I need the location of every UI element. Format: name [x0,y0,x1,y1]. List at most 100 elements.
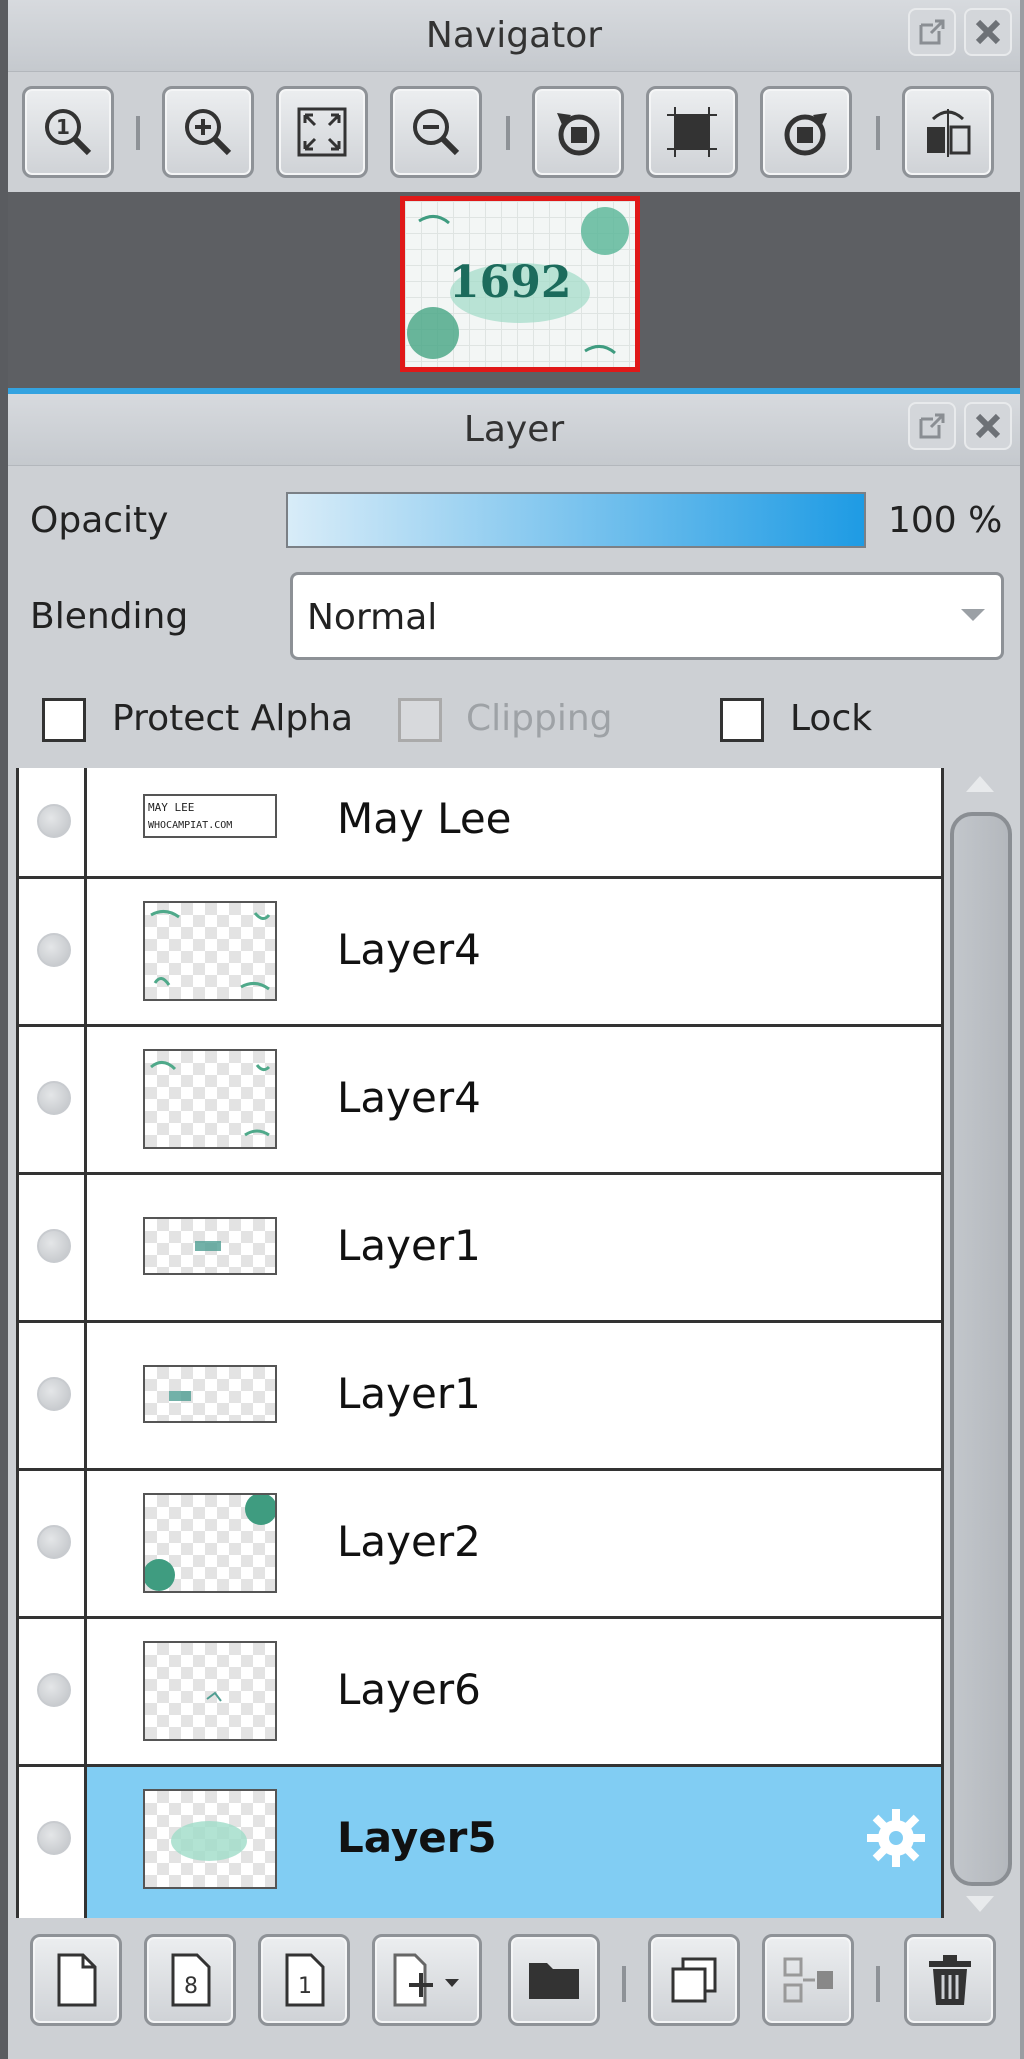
navigator-toolbar: 1 [8,76,1020,188]
reset-view-icon [667,107,717,157]
layer-list[interactable]: MAY LEE WHOCAMPIAT.COM May Lee Layer4 La… [16,768,944,1918]
duplicate-layer-button[interactable] [648,1934,740,2026]
blending-select[interactable]: Normal [290,572,1004,660]
scrollbar-thumb[interactable] [950,812,1012,1886]
thumbnail-text: 1692 [449,257,572,308]
canvas-thumbnail[interactable]: 1692 [400,196,640,372]
window-frame-left [0,0,8,2059]
opacity-slider[interactable] [286,492,866,548]
rotate-left-button[interactable] [532,86,624,178]
navigator-header: Navigator [8,0,1020,72]
toolbar-separator [506,116,510,150]
delete-layer-button[interactable] [904,1934,996,2026]
reset-view-button[interactable] [646,86,738,178]
layer-thumbnail-art: MAY LEE WHOCAMPIAT.COM [148,801,232,831]
new-1bit-layer-button[interactable]: 1 [258,1934,350,2026]
chevron-down-icon [961,609,985,621]
lock-checkbox[interactable] [720,698,764,742]
visibility-cell[interactable] [19,1619,87,1764]
layer-row[interactable]: Layer4 [19,879,941,1027]
visibility-toggle[interactable] [37,1525,71,1559]
navigator-popout-button[interactable] [908,8,956,56]
visibility-cell[interactable] [19,1027,87,1172]
visibility-toggle[interactable] [37,1673,71,1707]
layer-thumbnail [143,1217,277,1275]
layer-name[interactable]: Layer1 [337,1369,481,1418]
layer-popout-button[interactable] [908,402,956,450]
close-icon [975,413,1001,439]
layer-row-selected[interactable]: Layer5 [19,1767,941,1918]
visibility-toggle[interactable] [37,1229,71,1263]
layer-toolbar: 8 1 [8,1918,1020,2059]
layer-thumbnail [143,1641,277,1741]
protect-alpha-checkbox[interactable] [42,698,86,742]
visibility-cell[interactable] [19,768,87,876]
gear-icon[interactable] [863,1805,929,1871]
fit-screen-button[interactable] [276,86,368,178]
layer-name[interactable]: Layer2 [337,1517,481,1566]
clipping-label: Clipping [466,698,613,739]
visibility-toggle[interactable] [37,933,71,967]
layer-name[interactable]: Layer4 [337,1073,481,1122]
new-layer-button[interactable] [30,1934,122,2026]
layer-name[interactable]: Layer5 [337,1813,497,1862]
popout-icon [919,413,945,439]
merge-down-icon [783,1957,833,2003]
visibility-toggle[interactable] [37,1377,71,1411]
layer-thumbnail-art [195,1241,221,1251]
visibility-cell[interactable] [19,1767,87,1918]
zoom-actual-icon: 1 [45,109,92,156]
toolbar-separator [622,1966,626,2002]
flip-horizontal-button[interactable] [902,86,994,178]
visibility-cell[interactable] [19,1175,87,1320]
flip-horizontal-icon [927,109,971,157]
layer-row[interactable]: Layer6 [19,1619,941,1767]
new-8bit-layer-button[interactable]: 8 [144,1934,236,2026]
layer-row[interactable]: Layer1 [19,1175,941,1323]
new-1bit-layer-icon: 1 [285,1953,325,2007]
rotate-right-button[interactable] [760,86,852,178]
visibility-toggle[interactable] [37,804,71,838]
layer-close-button[interactable] [964,402,1012,450]
zoom-out-button[interactable] [390,86,482,178]
protect-alpha-label[interactable]: Protect Alpha [112,698,353,739]
layer-name[interactable]: Layer6 [337,1665,481,1714]
layer-row[interactable]: MAY LEE WHOCAMPIAT.COM May Lee [19,768,941,879]
add-layer-menu-button[interactable] [372,1934,482,2026]
scroll-up-arrow-icon[interactable] [966,776,994,792]
layer-row[interactable]: Layer4 [19,1027,941,1175]
svg-text:1: 1 [298,1974,312,1999]
clipping-checkbox [398,698,442,742]
rotate-right-icon [784,113,827,156]
visibility-toggle[interactable] [37,1081,71,1115]
layer-name[interactable]: Layer1 [337,1221,481,1270]
layer-scrollbar[interactable] [944,768,1020,1918]
navigator-close-button[interactable] [964,8,1012,56]
lock-label[interactable]: Lock [790,698,872,739]
visibility-cell[interactable] [19,879,87,1024]
zoom-in-button[interactable] [162,86,254,178]
opacity-label: Opacity [30,500,169,541]
layer-thumbnail-art [150,1061,271,1137]
layer-name[interactable]: Layer4 [337,925,481,974]
blending-value: Normal [307,597,438,638]
new-folder-button[interactable] [508,1934,600,2026]
navigator-preview[interactable]: 1692 [8,192,1020,388]
layer-row[interactable]: Layer2 [19,1471,941,1619]
layer-title: Layer [463,409,565,450]
scroll-down-arrow-icon[interactable] [966,1896,994,1912]
add-layer-menu-icon [393,1953,459,2007]
visibility-cell[interactable] [19,1471,87,1616]
toolbar-separator [876,1966,880,2002]
rotate-left-icon [557,113,600,156]
merge-down-button[interactable] [762,1934,854,2026]
layer-thumbnail-art [150,910,271,991]
layer-name[interactable]: May Lee [337,794,512,843]
new-layer-icon [57,1953,97,2007]
visibility-cell[interactable] [19,1323,87,1468]
layer-row[interactable]: Layer1 [19,1323,941,1471]
svg-text:8: 8 [184,1974,198,1999]
layer-thumbnail-art [145,1495,275,1591]
visibility-toggle[interactable] [37,1821,71,1855]
zoom-actual-button[interactable]: 1 [22,86,114,178]
